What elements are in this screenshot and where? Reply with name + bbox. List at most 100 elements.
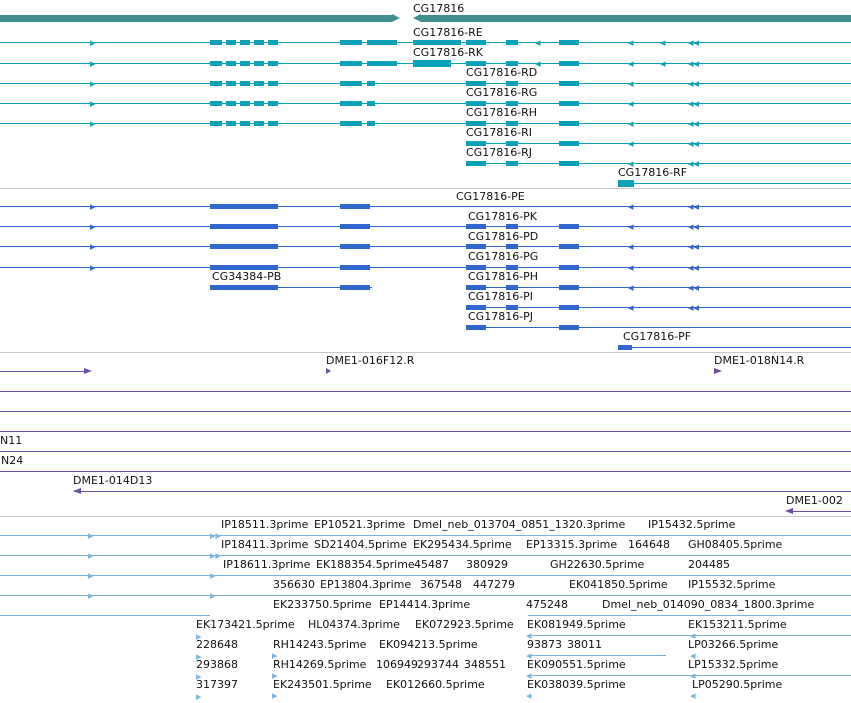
est-label[interactable]: 106949 xyxy=(376,658,418,671)
transcript-label-RE[interactable]: CG17816-RE xyxy=(413,26,483,39)
transcript-line[interactable] xyxy=(0,103,851,104)
est-label[interactable]: 228648 xyxy=(196,638,238,651)
transcript-line[interactable] xyxy=(618,183,851,184)
protein-label-PI[interactable]: CG17816-PI xyxy=(468,290,533,303)
est-label[interactable]: 317397 xyxy=(196,678,238,691)
est-label[interactable]: SD21404.5prime xyxy=(314,538,407,551)
est-label[interactable]: EK295434.5prime xyxy=(413,538,512,551)
protein-line[interactable] xyxy=(0,267,851,268)
protein-line[interactable] xyxy=(618,347,851,348)
transcript-line[interactable] xyxy=(466,143,851,144)
protein-line[interactable] xyxy=(0,226,851,227)
est-label[interactable]: GH08405.5prime xyxy=(688,538,782,551)
est-label[interactable]: 293868 xyxy=(196,658,238,671)
est-label[interactable]: LP15332.5prime xyxy=(688,658,778,671)
est-label[interactable]: GH22630.5prime xyxy=(550,558,644,571)
gene-bar-right[interactable] xyxy=(421,15,851,22)
est-line[interactable] xyxy=(0,535,851,536)
est-label[interactable]: Dmel_neb_014090_0834_1800.3prime xyxy=(602,598,814,611)
est-label[interactable]: EK038039.5prime xyxy=(527,678,626,691)
transcript-line[interactable] xyxy=(0,83,851,84)
est-label[interactable]: EP13804.3prime xyxy=(320,578,411,591)
est-label[interactable]: HL04374.3prime xyxy=(308,618,400,631)
protein-label-PK[interactable]: CG17816-PK xyxy=(468,210,537,223)
transcript-line[interactable] xyxy=(0,123,851,124)
bac-label-014D13[interactable]: DME1-014D13 xyxy=(73,474,152,487)
bac-line[interactable] xyxy=(790,511,851,512)
est-label[interactable]: EK153211.5prime xyxy=(688,618,787,631)
gene-bar-left[interactable] xyxy=(0,15,392,22)
est-label[interactable]: EK081949.5prime xyxy=(527,618,626,631)
est-label[interactable]: EK090551.5prime xyxy=(527,658,626,671)
est-label[interactable]: EP10521.3prime xyxy=(314,518,405,531)
est-label[interactable]: EK072923.5prime xyxy=(415,618,514,631)
transcript-label-RD[interactable]: CG17816-RD xyxy=(466,66,537,79)
bac-line[interactable] xyxy=(0,371,88,372)
est-label[interactable]: 475248 xyxy=(526,598,568,611)
transcript-label-RG[interactable]: CG17816-RG xyxy=(466,86,537,99)
protein-label-PE[interactable]: CG17816-PE xyxy=(456,190,525,203)
bac-line[interactable] xyxy=(0,451,851,452)
bac-line[interactable] xyxy=(0,431,851,432)
protein-label-PD[interactable]: CG17816-PD xyxy=(468,230,538,243)
protein-line[interactable] xyxy=(0,206,851,207)
est-line[interactable] xyxy=(0,575,851,576)
est-label[interactable]: EP13315.3prime xyxy=(526,538,617,551)
bac-line[interactable] xyxy=(0,471,851,472)
protein-label-CG34384-PB[interactable]: CG34384-PB xyxy=(212,270,281,283)
est-label[interactable]: IP18511.3prime xyxy=(221,518,308,531)
est-label[interactable]: RH14243.5prime xyxy=(273,638,366,651)
est-label[interactable]: Dmel_neb_013704_0851_1320.3prime xyxy=(413,518,625,531)
est-label[interactable]: EK233750.5prime xyxy=(273,598,372,611)
est-label[interactable]: RH14269.5prime xyxy=(273,658,366,671)
bac-line[interactable] xyxy=(0,411,851,412)
gene-label[interactable]: CG17816 xyxy=(413,2,464,15)
est-label[interactable]: 293744 xyxy=(417,658,459,671)
transcript-label-RF[interactable]: CG17816-RF xyxy=(618,166,687,179)
bac-line[interactable] xyxy=(0,391,851,392)
protein-label-PF[interactable]: CG17816-PF xyxy=(623,330,691,343)
protein-label-PJ[interactable]: CG17816-PJ xyxy=(468,310,533,323)
est-label[interactable]: 356630 xyxy=(273,578,315,591)
est-label[interactable]: EK012660.5prime xyxy=(386,678,485,691)
est-label[interactable]: IP18411.3prime xyxy=(221,538,308,551)
est-label[interactable]: 380929 xyxy=(466,558,508,571)
est-line[interactable] xyxy=(528,615,851,616)
est-label[interactable]: EK173421.5prime xyxy=(196,618,295,631)
protein-line[interactable] xyxy=(466,287,851,288)
est-label[interactable]: IP18611.3prime xyxy=(223,558,310,571)
protein-line[interactable] xyxy=(466,307,851,308)
bac-label-002[interactable]: DME1-002 xyxy=(786,494,843,507)
est-label[interactable]: LP05290.5prime xyxy=(692,678,782,691)
est-label[interactable]: 93873 xyxy=(527,638,562,651)
transcript-label-RH[interactable]: CG17816-RH xyxy=(466,106,537,119)
bac-label-N24[interactable]: 3N24 xyxy=(0,454,23,467)
est-label[interactable]: EK094213.5prime xyxy=(379,638,478,651)
est-line[interactable] xyxy=(528,655,666,656)
est-label[interactable]: 348551 xyxy=(464,658,506,671)
est-label[interactable]: 38011 xyxy=(567,638,602,651)
est-label[interactable]: 447279 xyxy=(473,578,515,591)
transcript-label-RI[interactable]: CG17816-RI xyxy=(466,126,532,139)
transcript-line[interactable] xyxy=(466,163,851,164)
est-label[interactable]: 164648 xyxy=(628,538,670,551)
transcript-label-RK[interactable]: CG17816-RK xyxy=(413,46,483,59)
est-label[interactable]: LP03266.5prime xyxy=(688,638,778,651)
est-label[interactable]: EK041850.5prime xyxy=(569,578,668,591)
est-label[interactable]: EP14414.3prime xyxy=(379,598,470,611)
est-line[interactable] xyxy=(0,615,210,616)
est-label[interactable]: EK243501.5prime xyxy=(273,678,372,691)
est-label[interactable]: 367548 xyxy=(420,578,462,591)
bac-label-018N14[interactable]: DME1-018N14.R xyxy=(714,354,804,367)
est-line[interactable] xyxy=(0,595,851,596)
protein-label-PG[interactable]: CG17816-PG xyxy=(468,250,538,263)
est-label[interactable]: 45487 xyxy=(414,558,449,571)
bac-label-016F12[interactable]: DME1-016F12.R xyxy=(326,354,414,367)
est-label[interactable]: IP15432.5prime xyxy=(648,518,735,531)
protein-line[interactable] xyxy=(0,246,851,247)
est-label[interactable]: EK188354.5prime xyxy=(316,558,415,571)
protein-label-PH[interactable]: CG17816-PH xyxy=(468,270,538,283)
est-label[interactable]: 204485 xyxy=(688,558,730,571)
bac-label-N11[interactable]: N11 xyxy=(0,434,22,447)
protein-line[interactable] xyxy=(466,327,851,328)
